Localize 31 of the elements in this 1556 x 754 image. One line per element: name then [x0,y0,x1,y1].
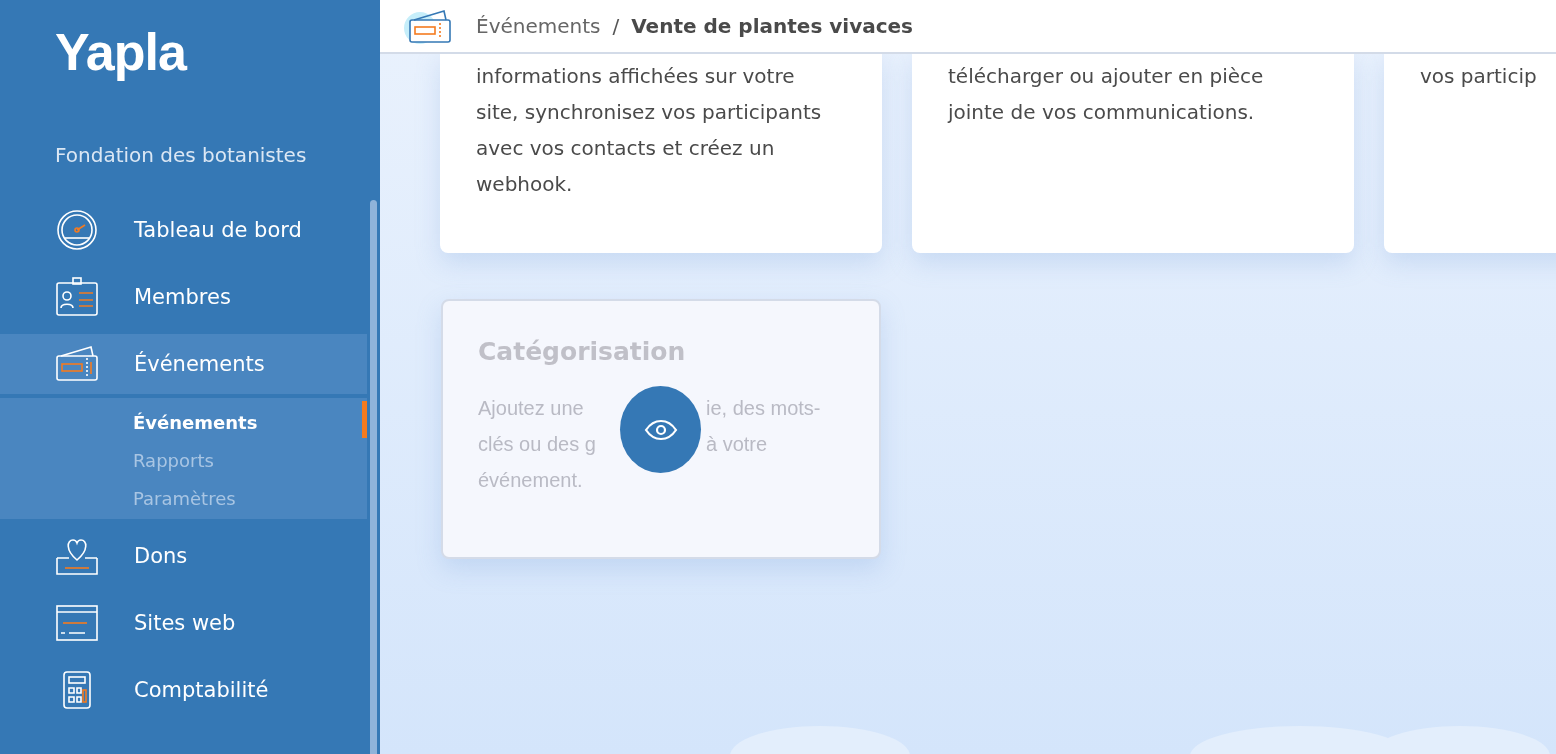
card-description: ie, des mots- [706,396,821,420]
nav-item[interactable]: Sites web [0,593,367,653]
breadcrumb-item: Vente de plantes vivaces [631,14,913,38]
submenu-item[interactable]: Événements [133,404,258,442]
heart-box-icon [55,536,99,576]
nav-item[interactable]: Membres [0,267,367,327]
card-description: vos particip [1420,63,1538,90]
nav-item[interactable]: Tableau de bord [0,200,367,260]
breadcrumb-separator: / [612,14,620,38]
breadcrumb-item[interactable]: Événements [476,14,601,38]
card-description: événement. [478,468,583,492]
nav-item[interactable]: Comptabilité [0,660,367,720]
feature-card[interactable]: vos particip [1384,52,1556,253]
nav-item[interactable]: Événements [0,334,367,394]
active-indicator [362,401,367,438]
organization-name: Fondation des botanistes [55,143,307,167]
ticket-icon [55,344,99,384]
scrollbar[interactable] [370,200,377,754]
card-description: Ajoutez une [478,396,584,420]
card-description: à votre [706,432,768,456]
browser-window-icon [55,603,99,643]
card-description: télécharger ou ajouter en pièce jointe de vos communications. [948,63,1265,126]
feature-card[interactable]: télécharger ou ajouter en pièce jointe de vos communications. [912,52,1354,253]
nav-item[interactable]: Dons [0,526,367,586]
badge-icon [55,277,99,317]
eye-icon [643,417,678,442]
card-description: informations affichées sur votre site, synchronisez vos participants avec vos contacts et créez un webhook. [476,63,822,198]
card-description: clés ou des g [478,432,596,456]
logo: Yapla [55,22,186,82]
gauge-icon [55,210,99,250]
feature-card[interactable]: informations affichées sur votre site, synchronisez vos participants avec vos contacts et créez un webhook. [440,52,882,253]
